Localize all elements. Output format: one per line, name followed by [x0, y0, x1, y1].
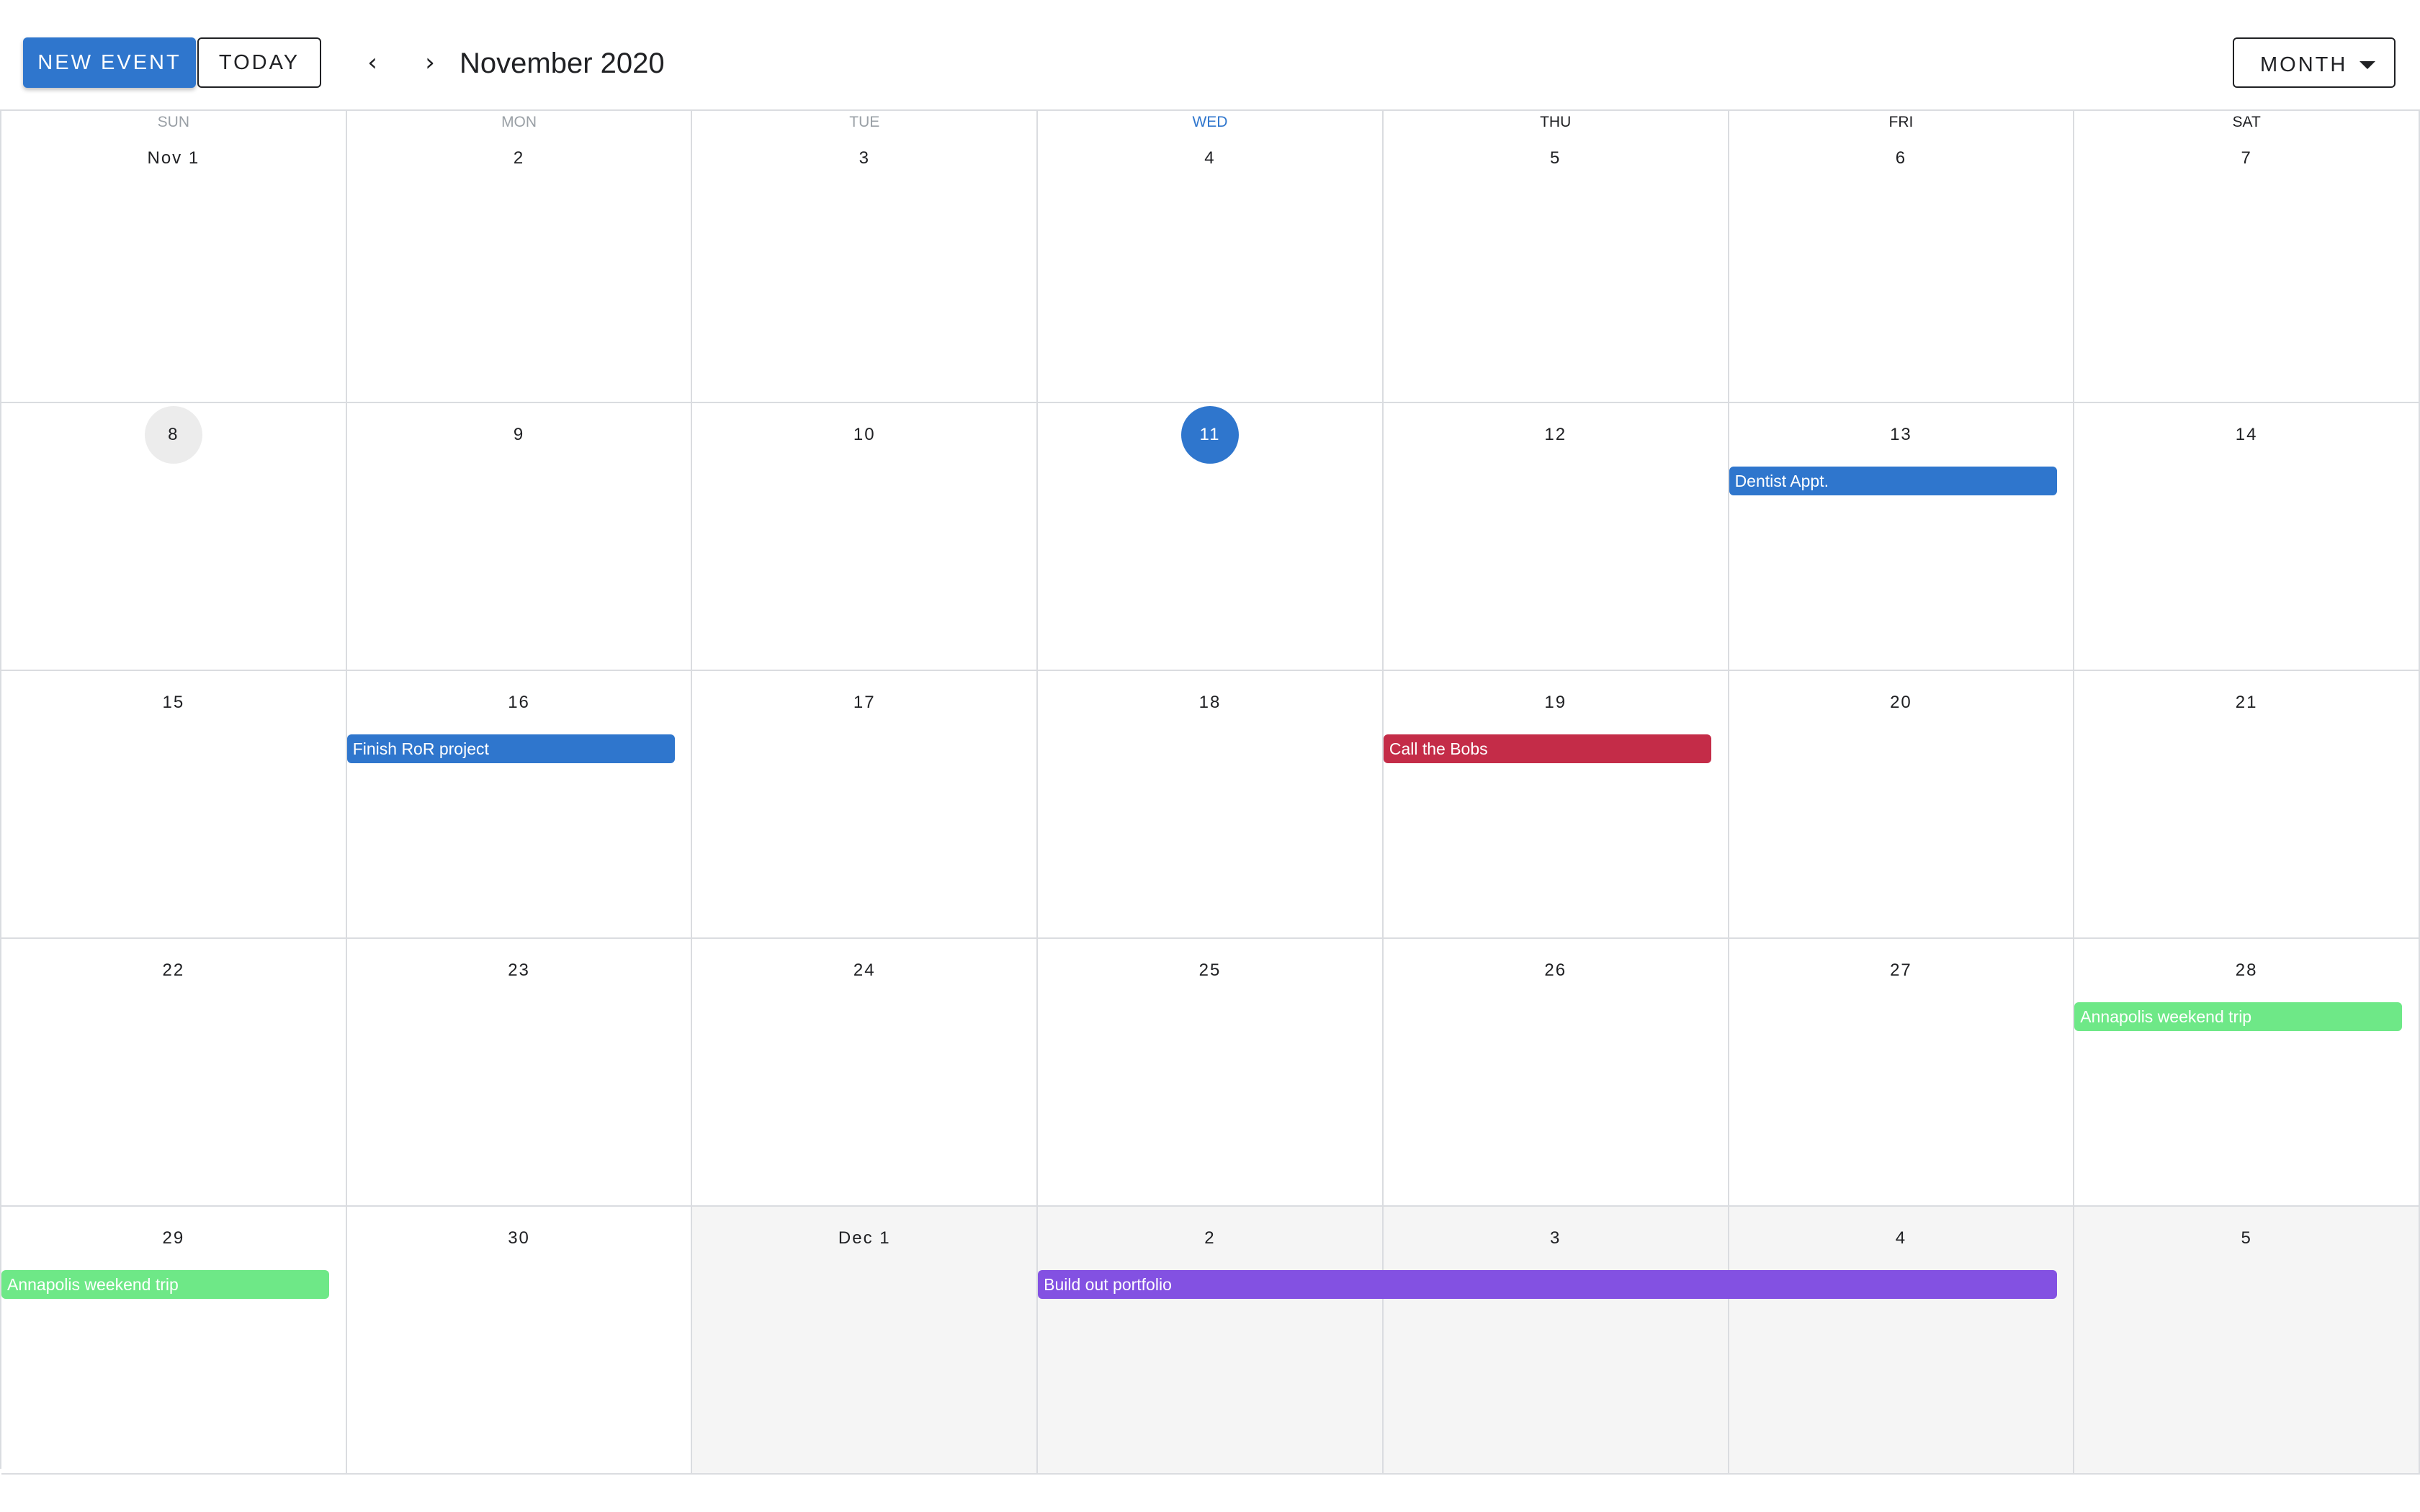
day-cell[interactable]: 25 — [1038, 939, 1384, 1207]
chevron-right-icon[interactable]: › — [412, 45, 448, 81]
day-cell[interactable]: 28 Annapolis weekend trip — [2074, 939, 2420, 1207]
day-number[interactable]: Nov 1 — [116, 130, 231, 187]
day-number[interactable]: 17 — [835, 674, 893, 732]
day-cell-next-month[interactable]: Dec 1 — [692, 1207, 1039, 1475]
day-number[interactable]: 3 — [835, 130, 893, 187]
day-number[interactable]: 14 — [2218, 406, 2275, 464]
day-number[interactable]: 7 — [2218, 130, 2275, 187]
day-cell[interactable]: THU 5 — [1383, 111, 1729, 403]
day-cell[interactable]: MON 2 — [346, 111, 693, 403]
day-cell[interactable]: WED 4 — [1038, 111, 1384, 403]
view-type-label: MONTH — [2260, 53, 2348, 76]
day-number[interactable]: 19 — [1527, 674, 1585, 732]
day-cell[interactable]: 9 — [346, 403, 693, 671]
day-number[interactable]: 6 — [1872, 130, 1930, 187]
month-calendar: SUN Nov 1 MON 2 TUE 3 WED 4 THU 5 FRI 6 … — [0, 109, 2420, 1475]
day-cell[interactable]: 13 Dentist Appt. — [1729, 403, 2075, 671]
day-number[interactable]: 12 — [1527, 406, 1585, 464]
event-finish-ror-project[interactable]: Finish RoR project — [346, 734, 675, 763]
day-number[interactable]: 29 — [145, 1210, 202, 1267]
day-number[interactable]: 21 — [2218, 674, 2275, 732]
day-cell[interactable]: FRI 6 — [1729, 111, 2075, 403]
day-number[interactable]: 4 — [1181, 130, 1239, 187]
day-number[interactable]: 20 — [1872, 674, 1930, 732]
day-number[interactable]: 25 — [1181, 942, 1239, 999]
day-number[interactable]: 9 — [490, 406, 548, 464]
view-type-dropdown[interactable]: MONTH — [2233, 37, 2396, 88]
day-number[interactable]: 5 — [2218, 1210, 2275, 1267]
new-event-button[interactable]: NEW EVENT — [23, 37, 196, 88]
event-build-out-portfolio[interactable]: Build out portfolio — [1038, 1270, 2058, 1299]
day-number[interactable]: 8 — [144, 406, 202, 464]
day-cell-next-month[interactable]: 5 — [2074, 1207, 2420, 1475]
day-cell-next-month[interactable]: 2 Build out portfolio — [1038, 1207, 2058, 1475]
day-cell[interactable]: 19 Call the Bobs — [1383, 671, 1729, 939]
day-cell[interactable]: 24 — [692, 939, 1039, 1207]
day-number[interactable]: 22 — [145, 942, 202, 999]
event-annapolis-weekend-trip[interactable]: Annapolis weekend trip — [1, 1270, 329, 1299]
day-number[interactable]: 2 — [1181, 1210, 1239, 1267]
day-number[interactable]: 13 — [1872, 406, 1930, 464]
day-cell[interactable]: 29 Annapolis weekend trip — [1, 1207, 347, 1475]
day-cell-today[interactable]: 11 — [1038, 403, 1384, 671]
calendar-grid: SUN Nov 1 MON 2 TUE 3 WED 4 THU 5 FRI 6 … — [0, 109, 2420, 1475]
day-cell[interactable]: TUE 3 — [692, 111, 1039, 403]
day-number[interactable]: 30 — [490, 1210, 548, 1267]
day-number[interactable]: 3 — [1527, 1210, 1585, 1267]
day-cell[interactable]: 16 Finish RoR project — [346, 671, 693, 939]
day-number[interactable]: 15 — [145, 674, 202, 732]
day-cell[interactable]: 20 — [1729, 671, 2075, 939]
day-number[interactable]: 27 — [1872, 942, 1930, 999]
day-cell[interactable]: 10 — [692, 403, 1039, 671]
today-button[interactable]: TODAY — [197, 37, 321, 88]
day-cell[interactable]: 12 — [1383, 403, 1729, 671]
day-number[interactable]: 24 — [835, 942, 893, 999]
day-cell[interactable]: 22 — [1, 939, 347, 1207]
day-cell[interactable]: SAT 7 — [2074, 111, 2420, 403]
day-cell[interactable]: 26 — [1383, 939, 1729, 1207]
caret-down-icon — [2360, 61, 2375, 69]
day-number[interactable]: 28 — [2218, 942, 2275, 999]
event-annapolis-weekend-trip[interactable]: Annapolis weekend trip — [2074, 1002, 2403, 1031]
day-cell-next-month[interactable]: 3 — [1383, 1207, 1729, 1475]
day-number[interactable]: 26 — [1527, 942, 1585, 999]
day-number[interactable]: 10 — [835, 406, 893, 464]
day-cell[interactable]: 18 — [1038, 671, 1384, 939]
event-call-the-bobs[interactable]: Call the Bobs — [1383, 734, 1711, 763]
day-cell[interactable]: 23 — [346, 939, 693, 1207]
chevron-left-icon[interactable]: ‹ — [354, 45, 390, 81]
day-cell[interactable]: 30 — [346, 1207, 693, 1475]
event-dentist-appt[interactable]: Dentist Appt. — [1729, 467, 2057, 495]
day-number[interactable]: 5 — [1527, 130, 1585, 187]
day-number[interactable]: Dec 1 — [807, 1210, 922, 1267]
day-cell[interactable]: 15 — [1, 671, 347, 939]
day-number[interactable]: 4 — [1872, 1210, 1930, 1267]
calendar-toolbar: NEW EVENT TODAY ‹ › November 2020 MONTH — [0, 0, 2420, 109]
day-number-today[interactable]: 11 — [1180, 406, 1239, 464]
month-title: November 2020 — [460, 48, 665, 79]
day-number[interactable]: 16 — [490, 674, 548, 732]
day-number[interactable]: 23 — [490, 942, 548, 999]
day-number[interactable]: 18 — [1181, 674, 1239, 732]
day-cell[interactable]: SUN Nov 1 — [1, 111, 347, 403]
day-cell[interactable]: 17 — [692, 671, 1039, 939]
day-cell[interactable]: 21 — [2074, 671, 2420, 939]
day-cell[interactable]: 8 — [1, 403, 347, 671]
day-cell[interactable]: 27 — [1729, 939, 2075, 1207]
day-cell[interactable]: 14 — [2074, 403, 2420, 671]
day-cell-next-month[interactable]: 4 — [1729, 1207, 2075, 1475]
day-number[interactable]: 2 — [490, 130, 548, 187]
